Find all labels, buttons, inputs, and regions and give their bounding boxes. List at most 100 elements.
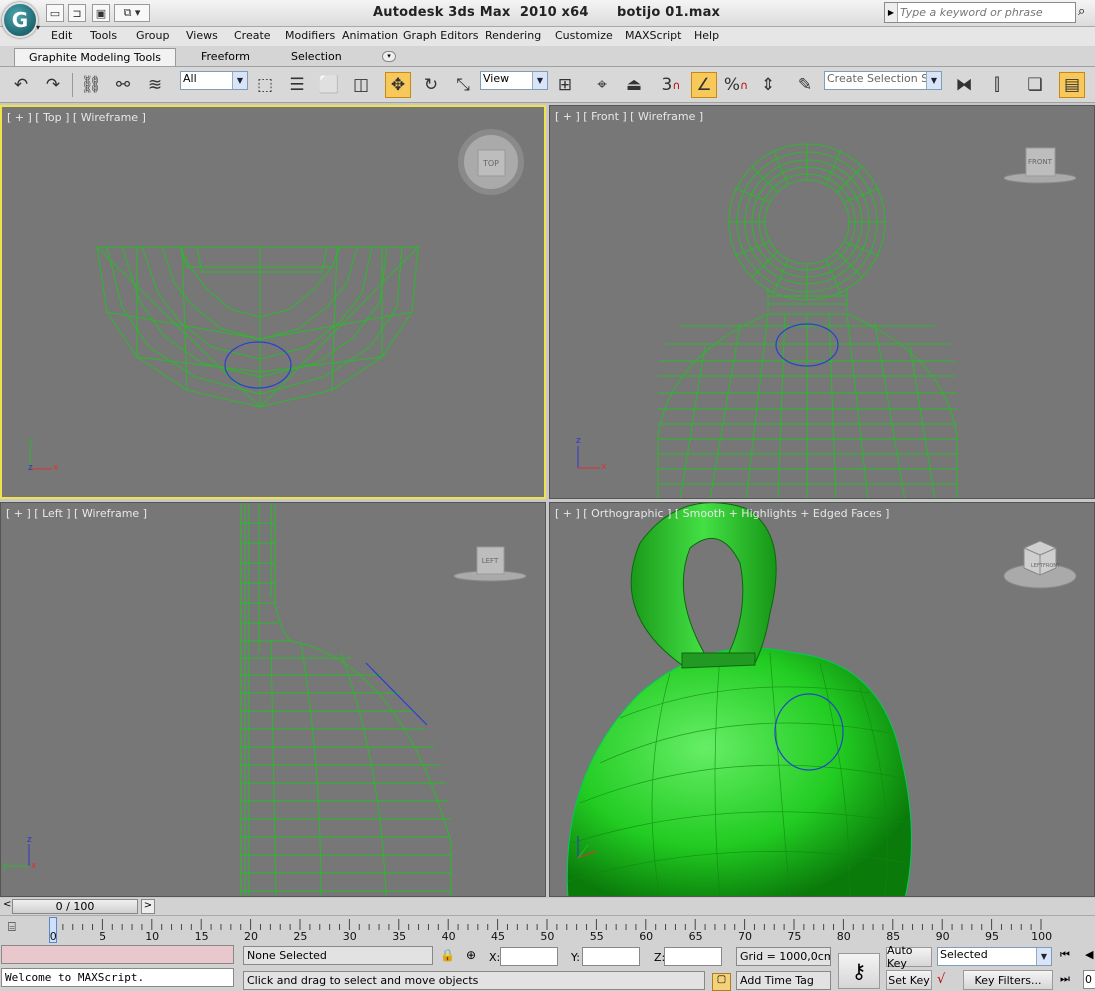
previous-frame-icon[interactable]: ◀: [1085, 948, 1093, 961]
time-tag-icon[interactable]: ▢: [712, 973, 731, 991]
menu-graph-editors[interactable]: Graph Editors: [403, 29, 479, 42]
view-cube[interactable]: LEFT FRONT: [1003, 540, 1077, 589]
x-coord-field[interactable]: [500, 947, 558, 966]
track-tick-label: 50: [540, 930, 555, 943]
absolute-mode-icon[interactable]: ⊕: [466, 948, 476, 962]
set-key-icon[interactable]: ⚷: [838, 953, 880, 989]
pivot-point-center-icon[interactable]: ⊞: [552, 72, 578, 98]
tab-freeform[interactable]: Freeform: [195, 48, 256, 66]
mirror-icon[interactable]: ⧓: [951, 72, 977, 98]
undo-icon[interactable]: ↶: [8, 72, 34, 98]
current-frame-field[interactable]: 0: [1083, 970, 1095, 989]
go-to-start-icon[interactable]: ⏮: [1060, 948, 1070, 962]
maxscript-output[interactable]: Welcome to MAXScript.: [1, 968, 234, 987]
percent-snap-icon[interactable]: % ∩: [723, 72, 749, 98]
track-tick-label: 85: [886, 930, 901, 943]
curve-editor-icon[interactable]: ⌸: [8, 920, 30, 940]
time-prev-icon[interactable]: <: [3, 899, 11, 910]
view-cube[interactable]: TOP: [458, 129, 524, 195]
track-bar[interactable]: ⌸ 0 5 10 15 20 25 30 35 40 45 50 55 60 65 70 75 80 85 90 95…: [0, 915, 1095, 943]
menu-create[interactable]: Create: [234, 29, 271, 42]
graphite-toggle-icon[interactable]: ▤: [1059, 72, 1085, 98]
view-cube[interactable]: LEFT: [453, 546, 527, 582]
menu-customize[interactable]: Customize: [555, 29, 613, 42]
viewport-orthographic[interactable]: LEFT FRONT [ + ] [ Orthographic ] [ Smoo…: [549, 502, 1095, 897]
axis-x-label: x: [31, 861, 37, 871]
y-coord-field[interactable]: [582, 947, 640, 966]
snap-number-label: 3: [661, 75, 673, 95]
auto-key-button[interactable]: Auto Key: [886, 944, 932, 970]
axis-x-label: x: [601, 462, 607, 472]
snaps-toggle-icon[interactable]: 3 ∩: [658, 72, 684, 98]
add-time-tag[interactable]: Add Time Tag: [736, 971, 831, 990]
tab-selection[interactable]: Selection: [285, 48, 348, 66]
align-icon[interactable]: ⫿: [984, 72, 1010, 98]
reference-coordinate-dropdown[interactable]: View ▼: [480, 71, 548, 90]
redo-icon[interactable]: ↷: [40, 72, 66, 98]
view-cube[interactable]: FRONT: [1003, 147, 1077, 184]
menu-edit[interactable]: Edit: [51, 29, 72, 42]
search-box[interactable]: ▶: [884, 2, 1076, 23]
unlink-icon[interactable]: ⚯: [110, 72, 136, 98]
viewport-left[interactable]: [ + ] [ Left ] [ Wireframe ] LEFT z y x: [0, 502, 546, 897]
track-tick-label: 80: [836, 930, 851, 943]
search-expand-icon[interactable]: ▶: [885, 3, 898, 22]
app-menu-button[interactable]: G ▾: [2, 2, 40, 38]
angle-snap-icon[interactable]: ∠: [691, 72, 717, 98]
layer-manager-icon[interactable]: ❏: [1022, 72, 1048, 98]
maxscript-listener-input[interactable]: [1, 945, 234, 964]
front-wireframe: FRONT z x: [576, 143, 1077, 498]
rectangular-selection-icon[interactable]: ⬜: [316, 72, 342, 98]
key-mode-toggle-icon[interactable]: ⏭: [1060, 972, 1070, 986]
key-mode-dropdown[interactable]: Selected ▼: [937, 947, 1052, 966]
menu-tools[interactable]: Tools: [90, 29, 117, 42]
menu-maxscript[interactable]: MAXScript: [625, 29, 681, 42]
menu-help[interactable]: Help: [694, 29, 719, 42]
menu-views[interactable]: Views: [186, 29, 218, 42]
search-input[interactable]: [900, 4, 1072, 21]
lock-selection-icon[interactable]: 🔒: [440, 948, 455, 962]
chevron-down-icon: ▼: [1036, 948, 1051, 965]
keyboard-shortcut-override-icon[interactable]: ⏏: [621, 72, 647, 98]
link-icon[interactable]: ⛓: [78, 72, 104, 98]
select-by-name-icon[interactable]: ☰: [284, 72, 310, 98]
select-object-icon[interactable]: ⬚: [252, 72, 278, 98]
open-file-icon[interactable]: ⊐: [68, 4, 86, 22]
default-tangent-icon[interactable]: √: [937, 972, 959, 990]
selection-filter-dropdown[interactable]: All ▼: [180, 71, 248, 90]
bind-space-warp-icon[interactable]: ≋: [142, 72, 168, 98]
view-cube-label: FRONT: [1028, 158, 1053, 166]
z-coord-field[interactable]: [664, 947, 722, 966]
x-coord-label: X:: [489, 951, 501, 964]
percent-snap-label: %: [723, 75, 741, 95]
edit-named-selection-icon[interactable]: ✎: [792, 72, 818, 98]
select-and-manipulate-icon[interactable]: ⌖: [589, 72, 615, 98]
view-cube-front-label: FRONT: [1043, 563, 1061, 569]
menu-animation[interactable]: Animation: [342, 29, 398, 42]
new-file-icon[interactable]: ▭: [46, 4, 64, 22]
select-and-scale-icon[interactable]: ⤡: [450, 72, 476, 98]
key-filters-button[interactable]: Key Filters...: [963, 970, 1053, 990]
named-selection-dropdown[interactable]: Create Selection Se ▼: [824, 71, 942, 90]
viewport-top[interactable]: [ + ] [ Top ] [ Wireframe ] TOP y z x: [0, 105, 546, 499]
save-file-icon[interactable]: ▣: [92, 4, 110, 22]
set-key-button[interactable]: Set Key: [886, 970, 932, 990]
project-folder-icon[interactable]: ⧉ ▾: [114, 4, 150, 22]
menu-modifiers[interactable]: Modifiers: [285, 29, 335, 42]
track-tick-label: 15: [194, 930, 209, 943]
menu-group[interactable]: Group: [136, 29, 170, 42]
window-crossing-icon[interactable]: ◫: [348, 72, 374, 98]
viewport-front[interactable]: [ + ] [ Front ] [ Wireframe ] FRONT z x: [549, 105, 1095, 499]
ribbon-tab-bar: Graphite Modeling Tools Freeform Selecti…: [0, 46, 1095, 67]
select-and-rotate-icon[interactable]: ↻: [418, 72, 444, 98]
time-slider[interactable]: 0 / 100: [12, 899, 138, 914]
select-and-move-icon[interactable]: ✥: [385, 72, 411, 98]
time-next-icon[interactable]: >: [141, 899, 155, 914]
spinner-snap-icon[interactable]: ⇕: [755, 72, 781, 98]
tab-graphite-modeling-tools[interactable]: Graphite Modeling Tools: [14, 48, 176, 66]
ribbon-toggle-icon[interactable]: ▾: [382, 51, 396, 62]
viewport-label[interactable]: [ + ] [ Orthographic ] [ Smooth + Highli…: [555, 507, 889, 520]
menu-rendering[interactable]: Rendering: [485, 29, 541, 42]
menu-bar: Edit Tools Group Views Create Modifiers …: [0, 27, 1095, 46]
binoculars-icon[interactable]: ⌕: [1078, 4, 1095, 22]
